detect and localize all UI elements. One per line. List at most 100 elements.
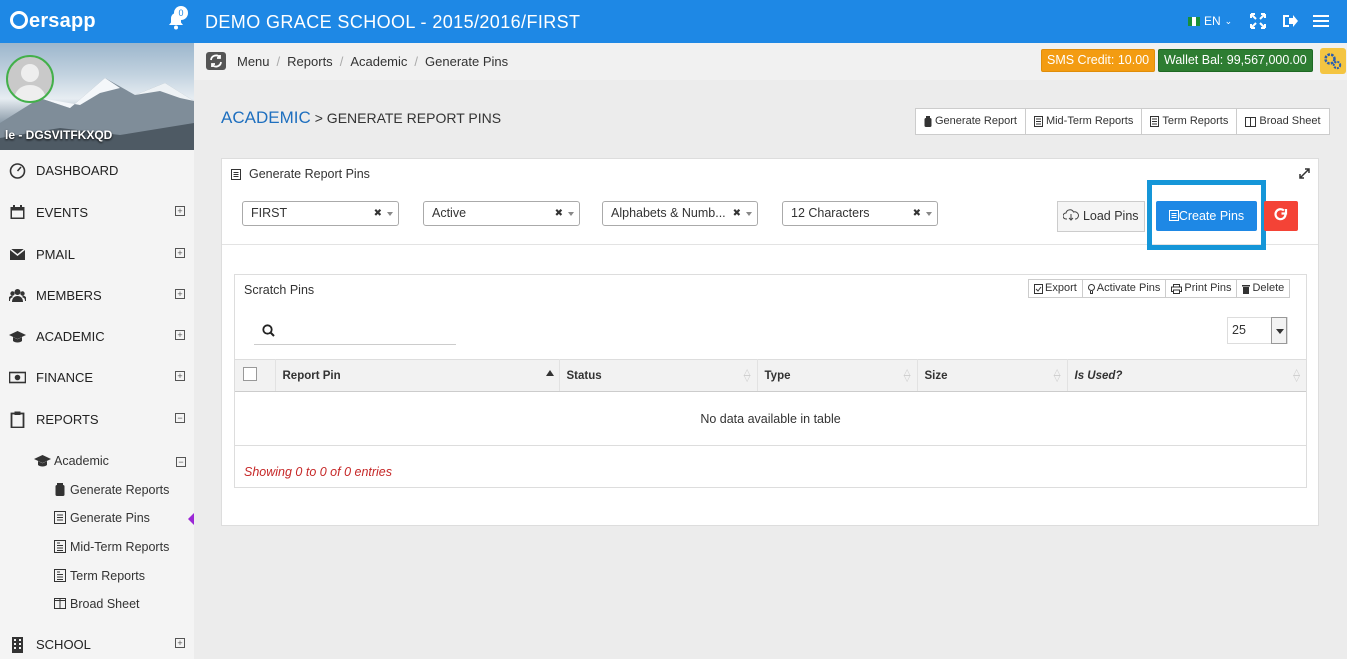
sidebar-subitem-label: Term Reports [70,569,146,583]
top-navbar: ersapp 0 DEMO GRACE SCHOOL - 2015/2016/F… [0,0,1347,43]
sidebar-item-school[interactable]: SCHOOL + [0,629,194,659]
chevron-down-icon [926,212,932,216]
empty-table-message: No data available in table [235,391,1306,446]
document-icon [54,569,66,582]
collapse-icon[interactable]: − [176,457,186,467]
page-size-select[interactable]: 25 [1227,317,1288,344]
scratch-pins-table: Report Pin Status △ ▽ Type △ ▽ Size △ ▽ Is Use… [235,359,1306,446]
sidebar-subitem-academic[interactable]: Academic − [0,448,194,474]
logout-icon[interactable] [1280,12,1298,30]
sort-asc-icon [545,370,554,376]
logo-text: ersapp [29,10,96,32]
dashboard-icon [9,163,26,179]
select-all-checkbox[interactable] [243,367,257,381]
chevron-down-icon [387,212,393,216]
breadcrumb-academic[interactable]: Academic [350,54,407,69]
column-is-used[interactable]: Is Used? △ ▽ [1067,359,1306,392]
sidebar-subitem-term-reports[interactable]: Term Reports [0,563,194,589]
lightbulb-icon [1087,283,1095,294]
pin-length-select[interactable]: 12 Characters ✖ [782,201,938,226]
print-icon [1171,283,1183,294]
chevron-down-icon [568,212,574,216]
clear-icon[interactable]: ✖ [913,202,921,225]
sidebar-item-pmail[interactable]: PMAIL + [0,239,194,269]
sidebar-item-label: FINANCE [36,369,94,385]
battery-icon [55,483,65,496]
chevron-down-icon[interactable] [1271,317,1287,344]
sidebar-subitem-generate-reports[interactable]: Generate Reports [0,477,194,503]
select-value: 12 Characters [791,206,870,220]
reset-button[interactable] [1264,201,1298,231]
search-input[interactable] [254,319,456,345]
term-reports-button[interactable]: Term Reports [1142,109,1238,134]
expand-icon[interactable]: + [175,330,185,340]
sidebar-item-label: SCHOOL [36,636,91,652]
fullscreen-icon[interactable] [1249,12,1267,30]
refresh-icon [1274,208,1288,221]
chevron-down-icon: ⌄ [1224,15,1233,26]
sidebar-subitem-broad-sheet[interactable]: Broad Sheet [0,591,194,617]
select-all-header [235,359,276,392]
breadcrumb-current: Generate Pins [425,54,509,69]
sidebar-item-academic[interactable]: ACADEMIC + [0,321,194,351]
expand-icon[interactable]: + [175,371,185,381]
sidebar-subitem-mid-term-reports[interactable]: Mid-Term Reports [0,534,194,560]
language-selector[interactable]: EN ⌄ [1188,14,1232,28]
print-pins-button[interactable]: Print Pins [1166,280,1238,297]
clear-icon[interactable]: ✖ [733,202,741,225]
graduation-cap-icon [9,331,26,343]
status-select[interactable]: Active ✖ [423,201,580,226]
broad-sheet-button[interactable]: Broad Sheet [1237,109,1328,134]
settings-cog-icon[interactable] [1320,48,1346,74]
sidebar-item-reports[interactable]: REPORTS − [0,404,194,434]
hamburger-menu-icon[interactable] [1312,12,1330,30]
expand-icon[interactable] [1299,168,1310,179]
generate-pins-panel: Generate Report Pins FIRST ✖ Active ✖ Alph… [221,158,1319,526]
collapse-icon[interactable]: − [175,413,185,423]
avatar[interactable] [6,55,54,103]
sidebar-subitem-generate-pins[interactable]: Generate Pins [0,505,194,531]
wallet-balance-badge[interactable]: Wallet Bal: 99,567,000.00 [1158,49,1313,72]
generate-report-button[interactable]: Generate Report [916,109,1026,134]
sort-icon: △ ▽ [903,367,911,383]
term-select[interactable]: FIRST ✖ [242,201,399,226]
heading-link[interactable]: ACADEMIC [221,108,311,127]
expand-icon[interactable]: + [175,289,185,299]
report-button-group: Generate Report Mid-Term Reports Term Re… [915,108,1330,135]
search-icon [262,324,275,337]
sidebar-item-dashboard[interactable]: DASHBOARD [0,155,194,185]
sidebar-item-members[interactable]: MEMBERS + [0,280,194,310]
expand-icon[interactable]: + [175,248,185,258]
sidebar-item-finance[interactable]: FINANCE + [0,362,194,392]
column-size[interactable]: Size △ ▽ [917,359,1068,392]
create-pins-highlight [1147,180,1266,250]
sidebar-item-label: ACADEMIC [36,328,105,344]
clear-icon[interactable]: ✖ [555,202,563,225]
delete-button[interactable]: Delete [1237,280,1289,297]
heading-text: > GENERATE REPORT PINS [314,110,502,126]
sidebar-item-events[interactable]: EVENTS + [0,197,194,227]
document-icon [1033,116,1043,127]
load-pins-button[interactable]: Load Pins [1057,201,1145,232]
calendar-icon [10,205,25,219]
expand-icon[interactable]: + [175,638,185,648]
breadcrumb-reports[interactable]: Reports [287,54,333,69]
clear-icon[interactable]: ✖ [374,202,382,225]
pin-type-select[interactable]: Alphabets & Numb... ✖ [602,201,758,226]
sidebar-subitem-label: Academic [54,454,109,468]
refresh-icon[interactable] [206,52,226,70]
mid-term-reports-button[interactable]: Mid-Term Reports [1026,109,1143,134]
breadcrumb-menu[interactable]: Menu [237,54,270,69]
column-type[interactable]: Type △ ▽ [757,359,918,392]
sms-credit-badge[interactable]: SMS Credit: 10.00 [1041,49,1156,72]
column-status[interactable]: Status △ ▽ [559,359,758,392]
sort-icon: △ ▽ [1053,367,1061,383]
export-button[interactable]: Export [1029,280,1083,297]
activate-pins-button[interactable]: Activate Pins [1083,280,1167,297]
battery-icon [924,116,932,127]
expand-icon[interactable]: + [175,206,185,216]
app-logo[interactable]: ersapp [10,10,96,33]
profile-banner: le - DGSVITFKXQD [0,43,194,150]
table-info: Showing 0 to 0 of 0 entries [244,465,393,479]
column-report-pin[interactable]: Report Pin [275,359,560,392]
